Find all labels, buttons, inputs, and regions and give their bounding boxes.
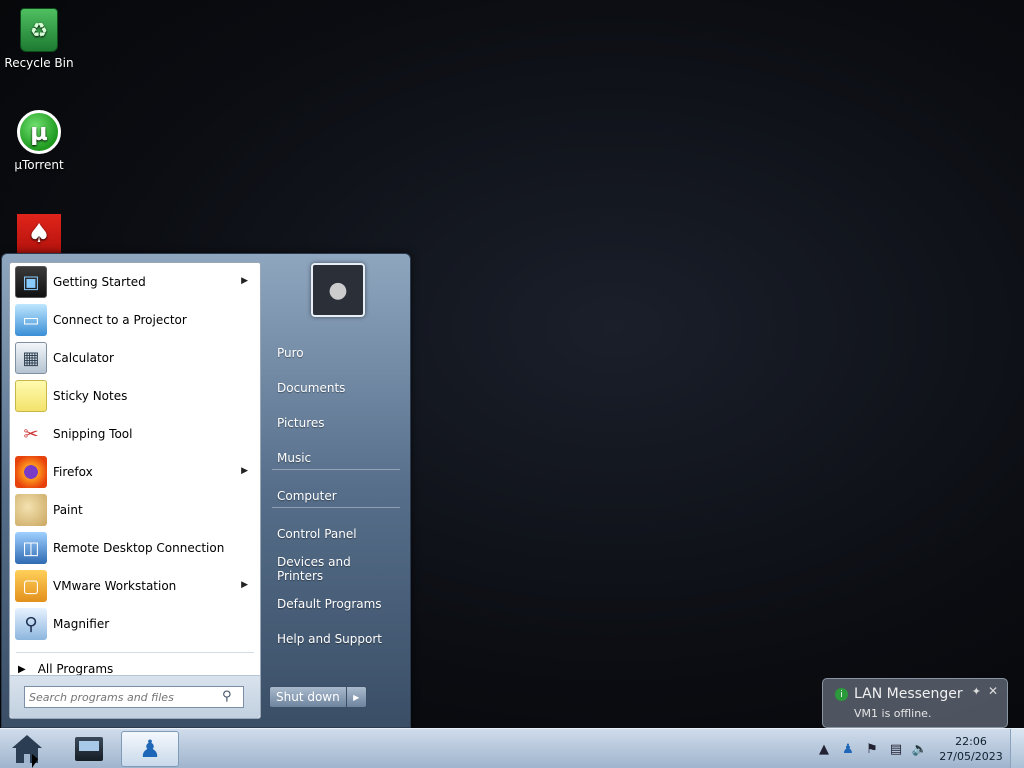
program-label: Magnifier: [53, 617, 110, 631]
shutdown-group: Shut down ▶: [269, 686, 367, 708]
lan-messenger-icon: ♟: [139, 735, 161, 763]
program-list: ▣ Getting Started ▶ ▭ Connect to a Proje…: [10, 263, 260, 643]
place-documents[interactable]: Documents: [270, 373, 400, 403]
desktop-icon-recycle-bin[interactable]: Recycle Bin: [2, 8, 76, 70]
program-calculator[interactable]: ▦ Calculator: [10, 339, 260, 377]
place-default-programs[interactable]: Default Programs: [270, 589, 400, 619]
submenu-arrow-icon: ▶: [241, 580, 248, 590]
info-icon: i: [835, 688, 848, 701]
home-icon: [11, 733, 43, 765]
explorer-icon: [75, 737, 103, 761]
utorrent-icon: µ: [17, 110, 61, 154]
program-remote-desktop[interactable]: ◫ Remote Desktop Connection: [10, 529, 260, 567]
taskbar-explorer-button[interactable]: [60, 731, 118, 767]
projector-icon: ▭: [15, 304, 47, 336]
divider: [272, 469, 400, 470]
close-icon[interactable]: ✕: [988, 684, 998, 698]
place-devices-printers[interactable]: Devices and Printers: [270, 554, 400, 584]
acrobat-icon: ♠: [17, 214, 61, 254]
search-icon[interactable]: ⚲: [222, 689, 240, 705]
notification-title: LAN Messenger: [854, 686, 963, 702]
notification-message: VM1 is offline.: [854, 707, 932, 720]
program-label: Snipping Tool: [53, 427, 133, 441]
start-menu-programs-pane: ▣ Getting Started ▶ ▭ Connect to a Proje…: [9, 262, 261, 719]
place-help-support[interactable]: Help and Support: [270, 624, 400, 654]
program-getting-started[interactable]: ▣ Getting Started ▶: [10, 263, 260, 301]
search-area: ⚲: [10, 675, 260, 718]
system-tray: ▲ ♟ ⚑ ▤ 🔈 22:06 27/05/2023: [812, 729, 1024, 768]
shutdown-options-button[interactable]: ▶: [346, 686, 367, 708]
taskbar: ♟ ▲ ♟ ⚑ ▤ 🔈 22:06 27/05/2023: [0, 728, 1024, 768]
mouse-cursor: [32, 754, 38, 768]
show-hidden-icons-icon[interactable]: ▲: [812, 737, 836, 761]
program-label: Connect to a Projector: [53, 313, 187, 327]
program-label: Paint: [53, 503, 83, 517]
show-desktop-button[interactable]: [1010, 729, 1024, 768]
action-center-flag-icon[interactable]: ⚑: [860, 737, 884, 761]
vmware-icon: ▢: [15, 570, 47, 602]
firefox-icon: [15, 456, 47, 488]
program-label: Getting Started: [53, 275, 146, 289]
start-button[interactable]: [6, 730, 48, 768]
clock[interactable]: 22:06 27/05/2023: [932, 734, 1010, 764]
program-paint[interactable]: Paint: [10, 491, 260, 529]
start-menu-places-pane: ● Puro Documents Pictures Music Computer…: [264, 262, 404, 722]
place-control-panel[interactable]: Control Panel: [270, 519, 400, 549]
network-icon[interactable]: ▤: [884, 737, 908, 761]
snipping-tool-icon: ✂: [15, 418, 47, 450]
pin-icon[interactable]: ✦: [972, 685, 981, 698]
lan-messenger-tray-icon[interactable]: ♟: [836, 737, 860, 761]
submenu-arrow-icon: ▶: [241, 276, 248, 286]
user-picture[interactable]: ●: [311, 263, 365, 317]
calculator-icon: ▦: [15, 342, 47, 374]
program-snipping-tool[interactable]: ✂ Snipping Tool: [10, 415, 260, 453]
clock-time: 22:06: [955, 735, 987, 748]
program-magnifier[interactable]: ⚲ Magnifier: [10, 605, 260, 643]
program-label: Remote Desktop Connection: [53, 541, 225, 555]
start-menu: ▣ Getting Started ▶ ▭ Connect to a Proje…: [1, 253, 411, 728]
program-label: Sticky Notes: [53, 389, 128, 403]
program-firefox[interactable]: Firefox ▶: [10, 453, 260, 491]
program-sticky-notes[interactable]: Sticky Notes: [10, 377, 260, 415]
shutdown-button[interactable]: Shut down: [269, 686, 347, 708]
remote-desktop-icon: ◫: [15, 532, 47, 564]
program-label: Firefox: [53, 465, 93, 479]
all-programs-label: All Programs: [37, 662, 114, 676]
program-label: VMware Workstation: [53, 579, 177, 593]
desktop-icon-label: µTorrent: [14, 158, 64, 172]
getting-started-icon: ▣: [15, 266, 47, 298]
place-user-folder[interactable]: Puro: [270, 338, 400, 368]
desktop-icon-acrobat[interactable]: ♠: [2, 214, 76, 258]
triangle-right-icon: ▶: [18, 663, 26, 675]
magnifier-icon: ⚲: [15, 608, 47, 640]
paint-icon: [15, 494, 47, 526]
program-connect-projector[interactable]: ▭ Connect to a Projector: [10, 301, 260, 339]
desktop-icon-label: Recycle Bin: [4, 56, 74, 70]
submenu-arrow-icon: ▶: [241, 466, 248, 476]
recycle-bin-icon: [20, 8, 58, 52]
divider: [16, 652, 254, 653]
clock-date: 27/05/2023: [939, 750, 1003, 763]
search-input[interactable]: [24, 686, 244, 708]
divider: [272, 507, 400, 508]
desktop-icon-utorrent[interactable]: µ µTorrent: [2, 110, 76, 172]
notification-balloon[interactable]: i LAN Messenger VM1 is offline. ✦ ✕: [822, 678, 1008, 728]
program-vmware[interactable]: ▢ VMware Workstation ▶: [10, 567, 260, 605]
volume-muted-icon[interactable]: 🔈: [908, 737, 932, 761]
program-label: Calculator: [53, 351, 114, 365]
taskbar-lan-messenger-button[interactable]: ♟: [121, 731, 179, 767]
sticky-notes-icon: [15, 380, 47, 412]
place-pictures[interactable]: Pictures: [270, 408, 400, 438]
